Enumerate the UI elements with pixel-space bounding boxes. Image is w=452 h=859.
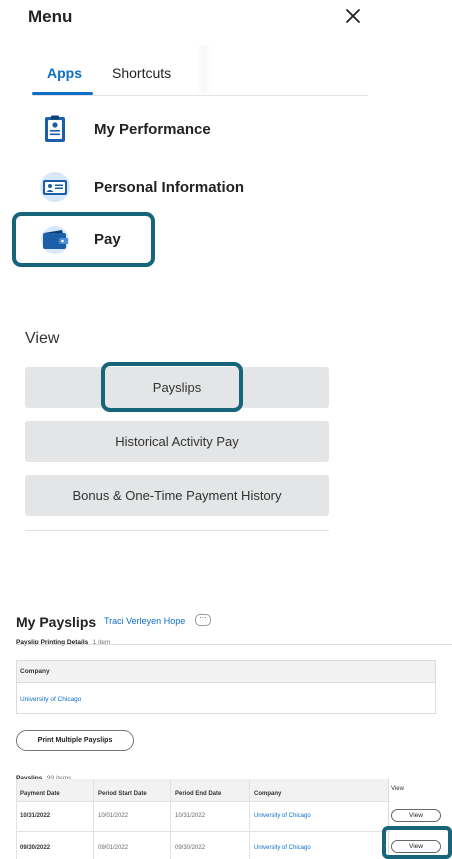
tab-apps[interactable]: Apps xyxy=(47,65,82,81)
clipboard-icon xyxy=(45,115,65,142)
company-link[interactable]: University of Chicago xyxy=(254,813,311,819)
pay-highlight-box xyxy=(12,212,155,267)
printing-details-head xyxy=(17,661,435,682)
payment-date-cell: 09/30/2022 xyxy=(20,845,51,851)
company-link[interactable]: University of Chicago xyxy=(254,845,311,851)
section-divider xyxy=(16,644,452,645)
view-payslip-button[interactable]: View xyxy=(391,809,441,822)
app-my-performance[interactable]: My Performance xyxy=(40,110,300,148)
printing-details-header: Payslip Printing Details 1 item xyxy=(16,631,110,649)
column-header-payment-date: Payment Date xyxy=(20,791,60,797)
view-highlight-box xyxy=(382,826,452,859)
period-end-cell: 10/31/2022 xyxy=(175,813,206,819)
column-header-period-end: Period End Date xyxy=(175,791,222,797)
id-card-icon xyxy=(40,172,70,202)
period-end-cell: 09/30/2022 xyxy=(175,845,206,851)
view-divider xyxy=(25,530,329,531)
app-label: My Performance xyxy=(94,120,211,138)
close-icon[interactable] xyxy=(343,6,363,26)
worker-link[interactable]: Traci Verleyen Hope xyxy=(104,616,185,626)
column-header-view: View xyxy=(391,786,404,792)
company-link[interactable]: University of Chicago xyxy=(20,696,81,703)
column-header-company: Company xyxy=(254,791,282,797)
app-personal-information[interactable]: Personal Information xyxy=(40,168,300,206)
page-title: My Payslips xyxy=(16,614,97,630)
historical-activity-pay-button[interactable]: Historical Activity Pay xyxy=(25,421,329,462)
period-start-cell: 10/01/2022 xyxy=(98,813,129,819)
app-label: Personal Information xyxy=(94,178,245,196)
related-actions-button[interactable]: ⋯ xyxy=(195,614,211,626)
view-heading: View xyxy=(25,330,60,347)
column-header-period-start: Period Start Date xyxy=(98,791,147,797)
period-start-cell: 09/01/2022 xyxy=(98,845,129,851)
bonus-payment-history-button[interactable]: Bonus & One-Time Payment History xyxy=(25,475,329,516)
tab-shortcuts[interactable]: Shortcuts xyxy=(112,65,171,81)
tab-scroll-fade xyxy=(196,45,212,93)
payslips-highlight-box xyxy=(101,362,243,412)
print-multiple-payslips-button[interactable]: Print Multiple Payslips xyxy=(16,730,134,751)
payment-date-cell: 10/31/2022 xyxy=(20,813,51,819)
menu-title: Menu xyxy=(28,7,73,26)
table-header-row xyxy=(16,779,388,801)
row-divider xyxy=(17,682,435,683)
column-header-company: Company xyxy=(20,668,50,675)
tab-divider xyxy=(32,95,368,96)
